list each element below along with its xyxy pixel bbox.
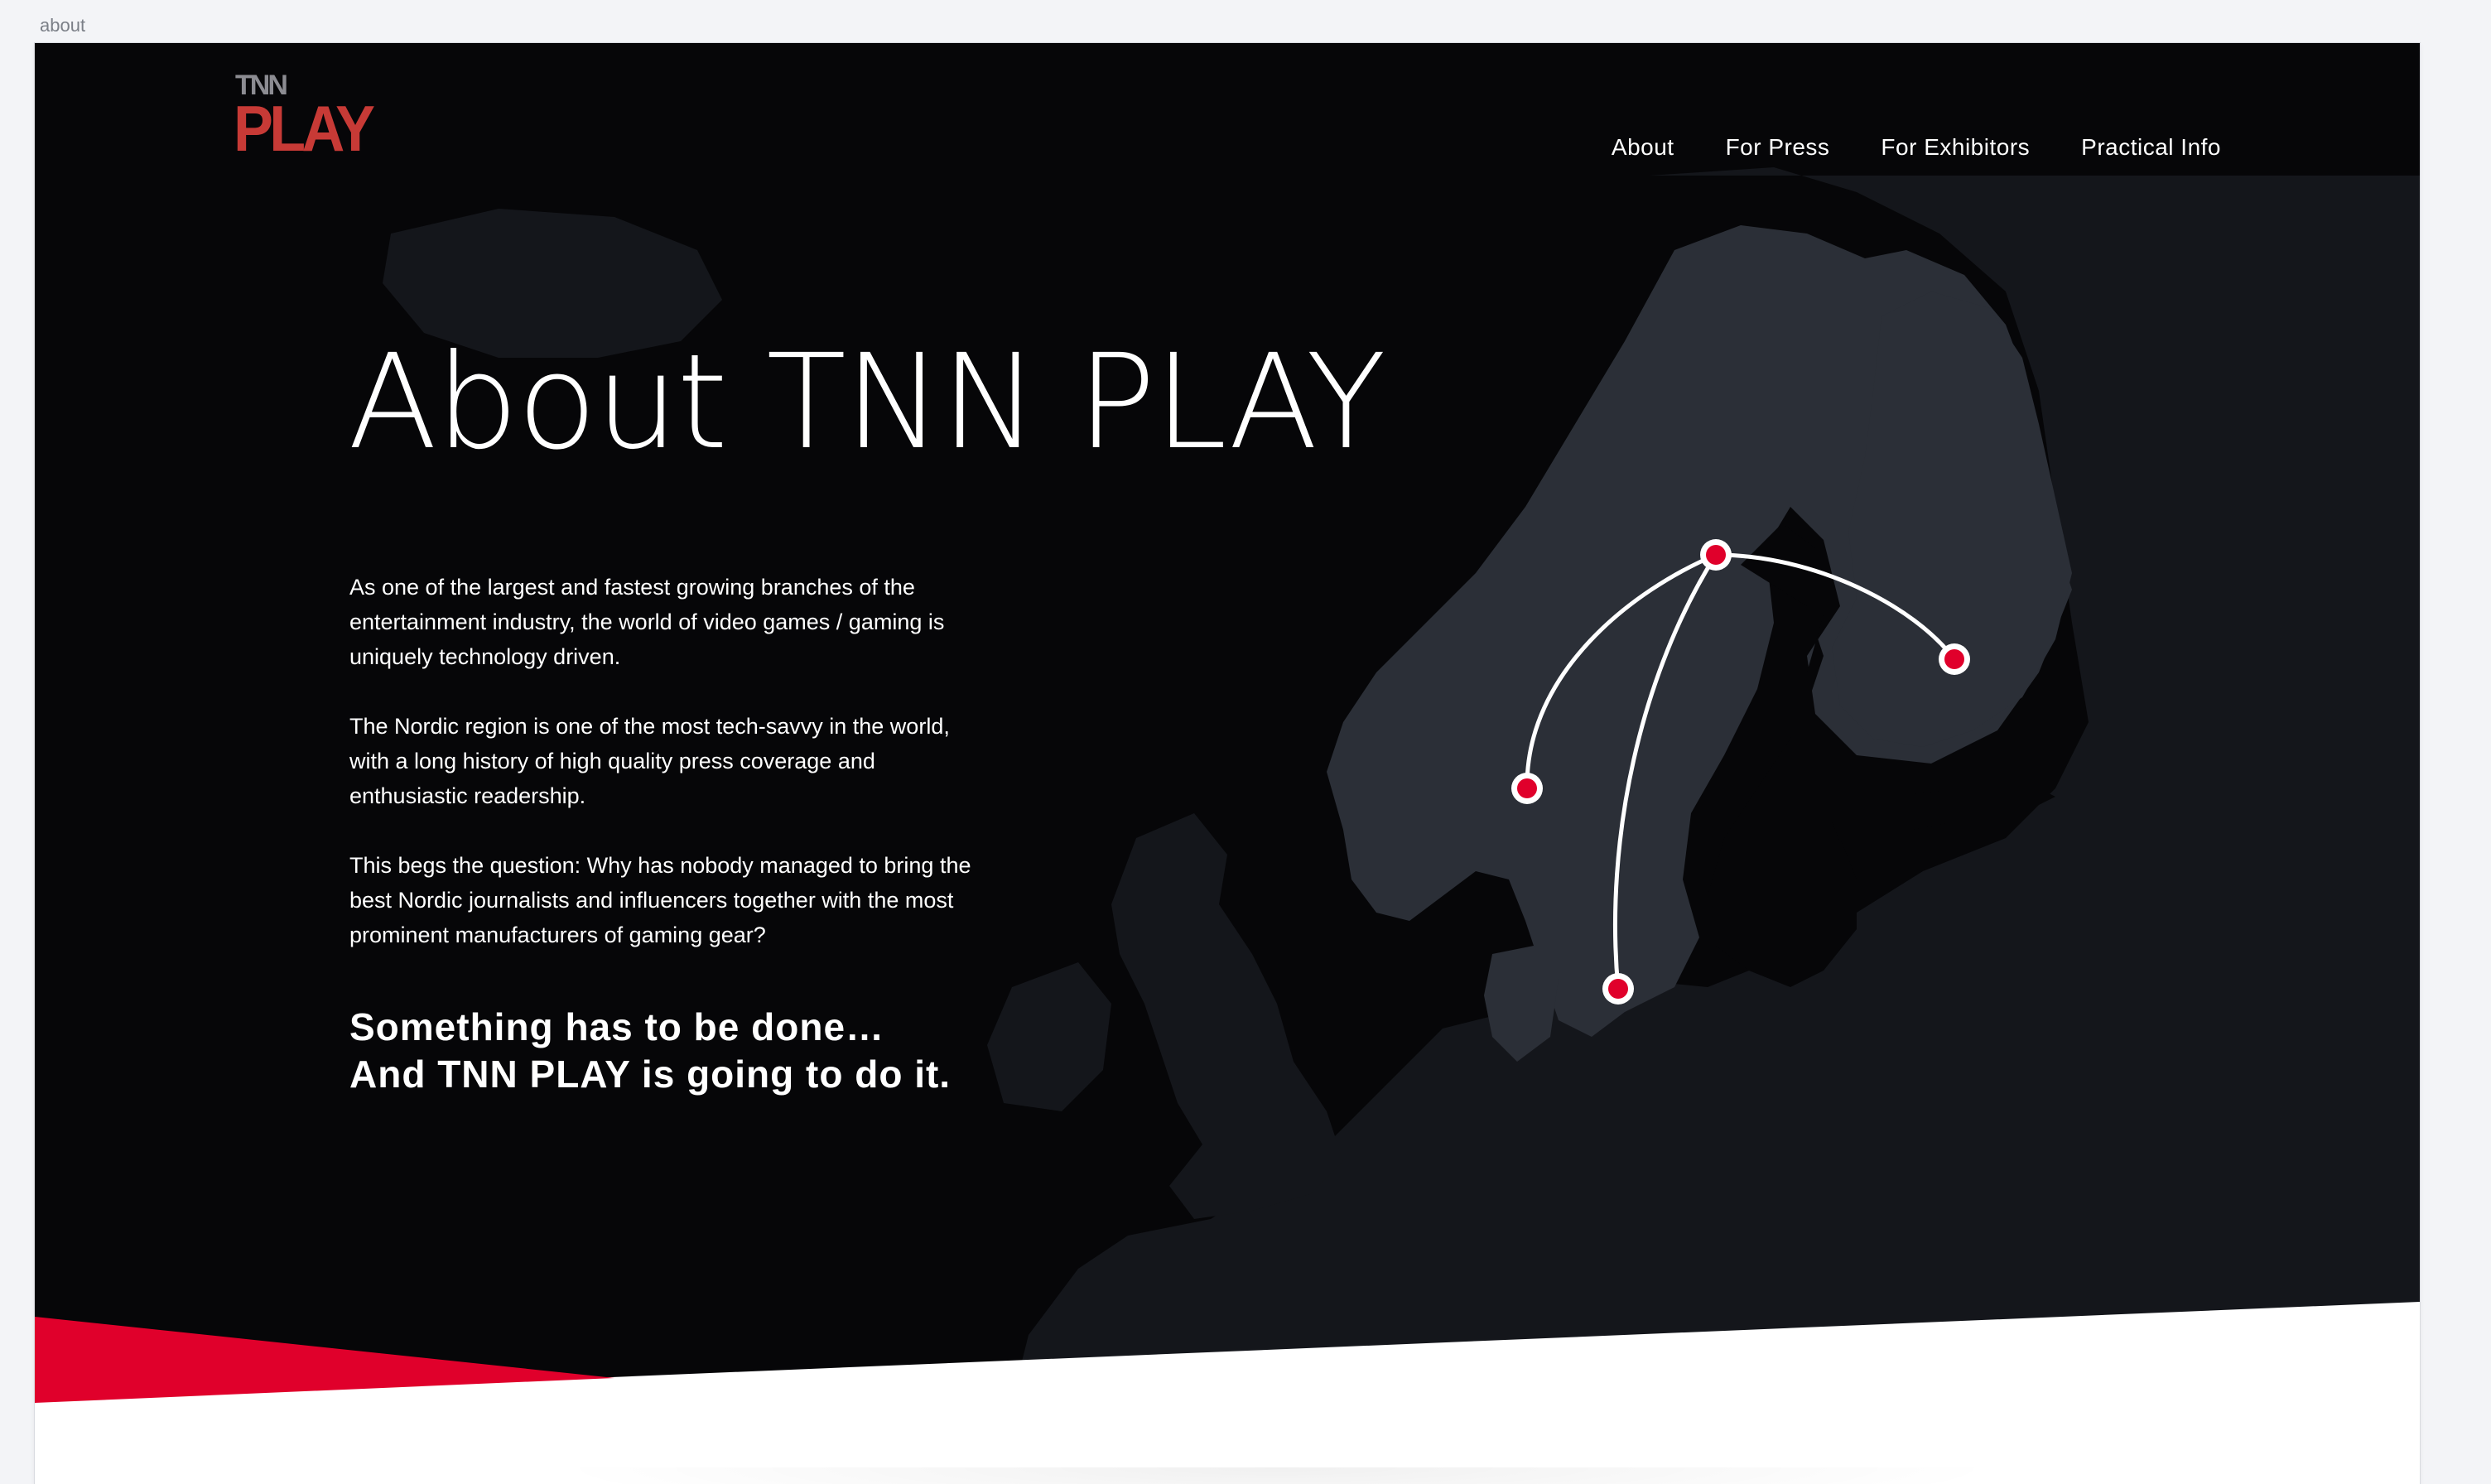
marker-stockholm[interactable] <box>1700 539 1732 571</box>
artboard-label: about <box>40 15 86 36</box>
hero-section: TNN PLAY About For Press For Exhibitors … <box>35 43 2420 1401</box>
route-map <box>1511 539 1970 1005</box>
marker-copenhagen[interactable] <box>1602 973 1634 1005</box>
marker-oslo[interactable] <box>1511 773 1543 804</box>
route-line-copenhagen <box>1612 552 1718 991</box>
route-line-helsinki <box>1713 552 1957 662</box>
page-frame: TNN PLAY About For Press For Exhibitors … <box>35 43 2420 1484</box>
route-lines <box>1525 552 1957 991</box>
marker-helsinki[interactable] <box>1939 643 1970 675</box>
content-card-shadow <box>548 1467 2006 1484</box>
route-line-oslo <box>1525 552 1718 791</box>
